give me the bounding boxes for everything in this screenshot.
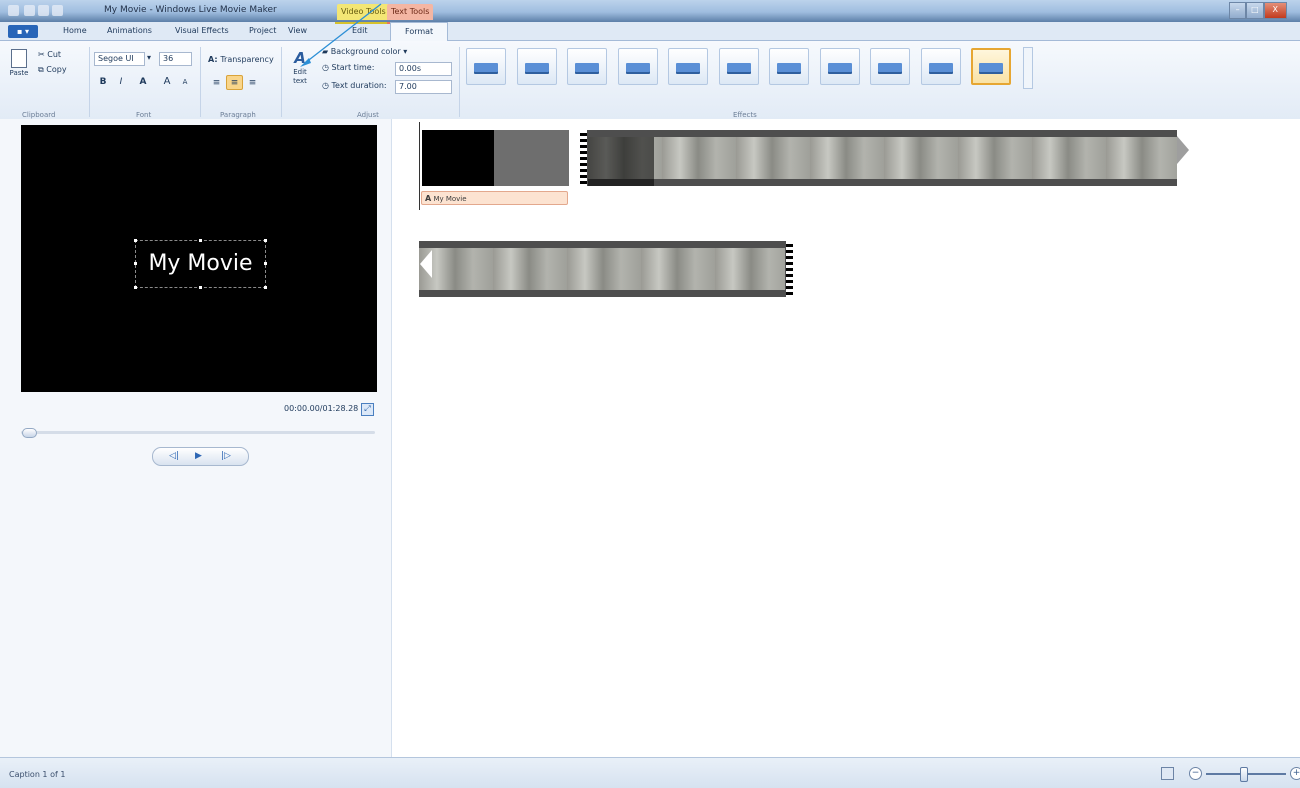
resize-handle[interactable] (199, 239, 202, 242)
timecode: 00:00.00/01:28.28 (284, 404, 359, 413)
next-frame-button[interactable]: |▷ (221, 450, 231, 463)
title-clip-thumbnail-2[interactable] (494, 130, 569, 186)
zoom-in-icon[interactable]: + (1290, 767, 1300, 780)
video-clip-frames (419, 248, 785, 290)
clip-fade-frame (588, 137, 654, 186)
seek-bar[interactable] (21, 431, 375, 434)
film-perforation (580, 130, 587, 186)
clip-continue-arrow (1177, 136, 1189, 164)
zoom-out-icon[interactable]: − (1189, 767, 1202, 780)
storyboard (392, 119, 1300, 757)
resize-handle[interactable] (264, 239, 267, 242)
film-perforation (786, 241, 793, 297)
caption-track-label: My Movie (433, 195, 467, 203)
resize-handle[interactable] (264, 286, 267, 289)
previous-frame-button[interactable]: ◁| (169, 450, 179, 463)
caption-text[interactable]: My Movie (136, 251, 265, 277)
caption-track-item[interactable]: A My Movie (421, 191, 568, 205)
status-bar: Caption 1 of 1 − + (0, 757, 1300, 788)
fullscreen-icon[interactable]: ⤢ (361, 403, 374, 416)
resize-handle[interactable] (134, 239, 137, 242)
playhead[interactable] (419, 122, 420, 210)
video-clip-1[interactable] (580, 130, 1177, 186)
video-clip-2[interactable] (419, 241, 793, 297)
zoom-slider-thumb[interactable] (1240, 767, 1248, 782)
resize-handle[interactable] (199, 286, 202, 289)
status-text: Caption 1 of 1 (9, 770, 66, 779)
play-button[interactable]: ▶ (195, 450, 202, 463)
thumbnail-size-icon[interactable] (1161, 767, 1174, 780)
annotation-arrow (300, 3, 382, 67)
caption-selection-frame[interactable]: My Movie (134, 239, 267, 289)
clip-continued-arrow (420, 250, 432, 278)
title-clip-thumbnail[interactable] (422, 130, 494, 186)
resize-handle[interactable] (134, 286, 137, 289)
playback-controls: ◁| ▶ |▷ (152, 447, 249, 466)
video-clip-frames (588, 137, 1177, 179)
video-preview[interactable]: My Movie (21, 125, 377, 392)
seek-thumb[interactable] (22, 428, 37, 438)
